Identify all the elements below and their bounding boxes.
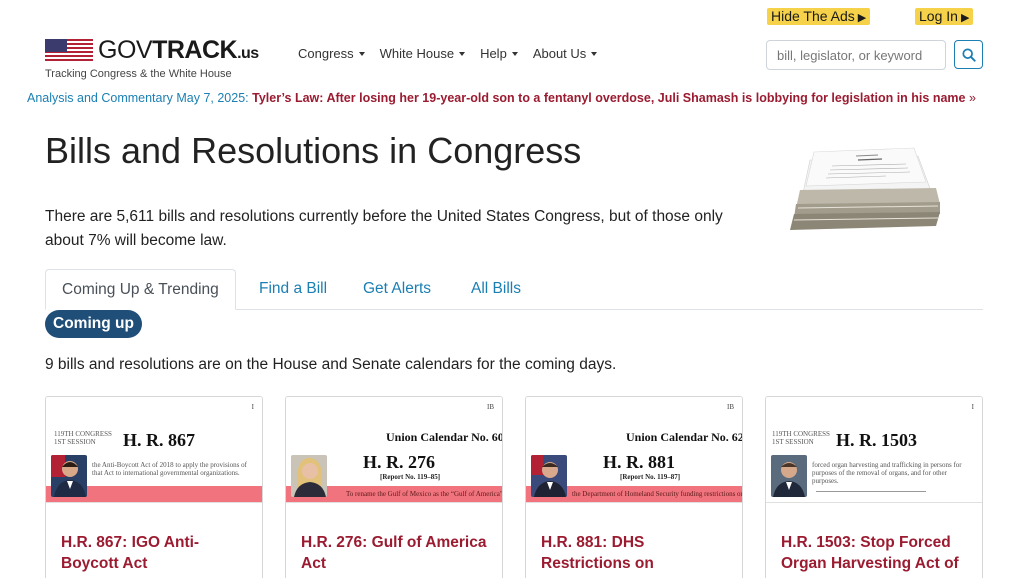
bill-document-image: IB Union Calendar No. 62 H. R. 881 [Repo… [526,397,742,503]
bill-document-image: IB Union Calendar No. 60 H. R. 276 [Repo… [286,397,502,503]
doc-report: [Report No. 119–85] [380,473,441,481]
doc-excerpt: forced organ harvesting and trafficking … [812,461,962,485]
logo-gov: GOV [98,36,153,64]
bill-card[interactable]: IB Union Calendar No. 62 H. R. 881 [Repo… [525,396,743,578]
hide-ads-button[interactable]: Hide The Ads ▶ [767,8,871,25]
sponsor-photo [771,455,807,497]
hide-ads-label: Hide The Ads [771,8,855,24]
doc-calendar: Union Calendar No. 62 [626,430,742,444]
doc-corner: IB [487,403,494,411]
analysis-banner[interactable]: Analysis and Commentary May 7, 2025: Tyl… [27,91,976,105]
doc-corner: I [971,403,974,411]
login-label: Log In [919,8,958,24]
nav-help-label: Help [480,46,507,61]
nav-white-house[interactable]: White House [379,46,466,61]
tab-find-a-bill[interactable]: Find a Bill [243,269,343,310]
us-flag-icon [45,39,93,63]
doc-calendar: Union Calendar No. 60 [386,430,502,444]
bill-document-image: I 119TH CONGRESS 1ST SESSION H. R. 1503 … [766,397,982,503]
doc-excerpt: the Anti-Boycott Act of 2018 to apply th… [92,461,247,477]
play-arrow-icon: ▶ [960,12,970,24]
search-icon [961,47,976,62]
search-button[interactable] [954,40,983,69]
doc-bill-number: H. R. 867 [123,430,195,450]
bill-card[interactable]: I 119TH CONGRESS 1ST SESSION H. R. 867 t… [45,396,263,578]
page-title: Bills and Resolutions in Congress [45,130,582,171]
doc-bill-number: H. R. 1503 [836,430,917,450]
top-bar: Hide The Ads ▶ Log In ▶ [0,8,1028,26]
caret-down-icon [591,52,598,56]
paper-stack-image [790,147,940,230]
bill-card-title[interactable]: H.R. 1503: Stop Forced Organ Harvesting … [781,532,971,574]
doc-session: 119TH CONGRESS 1ST SESSION [54,430,112,446]
bill-card-title[interactable]: H.R. 881: DHS Restrictions on [541,532,731,574]
nav-help[interactable]: Help [480,46,518,61]
login-button[interactable]: Log In ▶ [915,8,974,25]
coming-up-badge: Coming up [45,310,142,338]
doc-report: [Report No. 119–87] [620,473,681,481]
caret-down-icon [459,52,466,56]
intro-text: There are 5,611 bills and resolutions cu… [45,208,723,249]
bill-tabs: Coming Up & Trending Find a Bill Get Ale… [45,269,983,310]
doc-excerpt: the Department of Homeland Security fund… [572,490,742,498]
doc-corner: IB [727,403,734,411]
logo-tagline: Tracking Congress & the White House [45,68,232,80]
banner-raquo: » [968,91,976,105]
banner-prefix: Analysis and Commentary May 7, 2025: [27,91,249,105]
bill-card[interactable]: I 119TH CONGRESS 1ST SESSION H. R. 1503 … [765,396,983,578]
caret-down-icon [511,52,518,56]
nav-white-house-label: White House [379,46,455,61]
tab-coming-up-trending[interactable]: Coming Up & Trending [45,269,236,310]
caret-down-icon [358,52,365,56]
sponsor-photo [291,455,327,497]
logo-wordmark: GOVTRACK.us [98,37,259,67]
doc-excerpt: To rename the Gulf of Mexico as the “Gul… [346,490,502,498]
doc-session: 119TH CONGRESS 1ST SESSION [772,430,830,446]
tab-all-bills[interactable]: All Bills [455,269,537,310]
banner-headline[interactable]: Tyler’s Law: After losing her 19-year-ol… [252,91,965,105]
tab-get-alerts[interactable]: Get Alerts [347,269,447,310]
nav-about-us[interactable]: About Us [532,46,598,61]
bill-card[interactable]: IB Union Calendar No. 60 H. R. 276 [Repo… [285,396,503,578]
play-arrow-icon: ▶ [857,12,867,24]
bill-document-image: I 119TH CONGRESS 1ST SESSION H. R. 867 t… [46,397,262,503]
nav-congress-label: Congress [298,46,354,61]
sponsor-photo [51,455,87,497]
search-input[interactable] [766,40,946,70]
doc-rule [816,491,926,492]
main-nav: Congress White House Help About Us [298,46,598,61]
logo-us: .us [237,45,259,62]
doc-bill-number: H. R. 276 [363,452,435,472]
sponsor-photo [531,455,567,497]
bill-card-title[interactable]: H.R. 867: IGO Anti-Boycott Act [61,532,251,574]
nav-congress[interactable]: Congress [298,46,365,61]
doc-corner: I [251,403,254,411]
calendar-note: 9 bills and resolutions are on the House… [45,356,617,373]
doc-bill-number: H. R. 881 [603,452,675,472]
logo-track: TRACK [152,36,238,64]
bill-card-title[interactable]: H.R. 276: Gulf of America Act [301,532,491,574]
nav-about-us-label: About Us [532,46,587,61]
